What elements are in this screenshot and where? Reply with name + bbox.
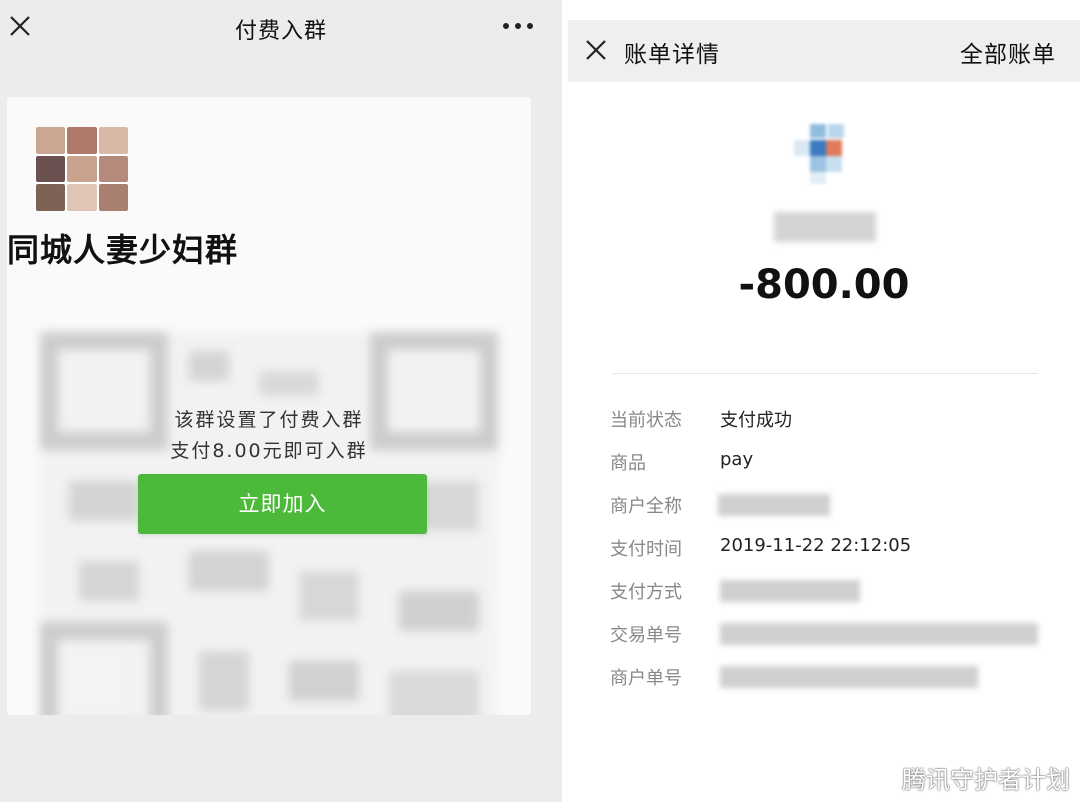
detail-row-merchant-no: 商户单号: [610, 658, 1050, 701]
bill-detail-rows: 当前状态 支付成功 商品 pay 商户全称 支付时间 2019-11-22 22…: [610, 400, 1050, 701]
notice-line-1: 该群设置了付费入群: [174, 409, 364, 431]
group-card: 同城人妻少妇群 该群设置了付费入群 支付8.00元即可入群 立即加入: [7, 97, 531, 715]
more-icon[interactable]: [500, 14, 536, 38]
row-label: 交易单号: [610, 625, 682, 646]
merchant-name-blurred: [774, 212, 876, 242]
row-label: 商户单号: [610, 668, 682, 689]
row-label: 商品: [610, 453, 646, 474]
bill-title: 账单详情: [624, 42, 720, 68]
page-title: 付费入群: [234, 19, 327, 44]
top-bar: 付费入群: [0, 0, 562, 58]
close-icon[interactable]: [584, 38, 608, 62]
group-avatar: [36, 127, 128, 211]
paid-group-panel: 付费入群 同城人妻少妇群 该群设置了付费入群 支付8.00元即可入群 立即加入: [0, 0, 562, 802]
merchant-no-blurred: [720, 666, 978, 688]
transaction-no-blurred: [720, 623, 1038, 645]
row-value: 2019-11-22 22:12:05: [720, 535, 912, 556]
row-label: 支付时间: [610, 539, 682, 560]
group-name: 同城人妻少妇群: [7, 231, 239, 269]
bill-amount: -800.00: [738, 262, 910, 308]
weibo-icon: [857, 763, 896, 791]
row-label: 当前状态: [610, 410, 682, 431]
notice-line-2: 支付8.00元即可入群: [170, 440, 368, 462]
bill-header: 账单详情 全部账单: [568, 20, 1080, 82]
row-label: 商户全称: [610, 496, 682, 517]
row-label: 支付方式: [610, 582, 682, 603]
detail-row-time: 支付时间 2019-11-22 22:12:05: [610, 529, 1050, 572]
separator: [612, 373, 1038, 374]
detail-row-product: 商品 pay: [610, 443, 1050, 486]
detail-row-transaction-no: 交易单号: [610, 615, 1050, 658]
all-bills-link[interactable]: 全部账单: [960, 35, 1056, 69]
payment-notice: 该群设置了付费入群 支付8.00元即可入群: [7, 405, 531, 467]
row-value: pay: [720, 449, 754, 470]
bill-detail-panel: 账单详情 全部账单 -800.00 当前状态 支付成功 商品 pay 商户全称 …: [568, 0, 1080, 802]
detail-row-method: 支付方式: [610, 572, 1050, 615]
merchant-blurred: [718, 494, 830, 516]
detail-row-merchant: 商户全称: [610, 486, 1050, 529]
watermark: 腾讯守护者计划: [856, 760, 1070, 795]
method-blurred: [720, 580, 860, 602]
detail-row-status: 当前状态 支付成功: [610, 400, 1050, 443]
watermark-text: 腾讯守护者计划: [902, 766, 1070, 794]
row-value: 支付成功: [720, 410, 792, 431]
join-now-button[interactable]: 立即加入: [138, 474, 427, 534]
merchant-logo-blurred: [788, 124, 860, 184]
